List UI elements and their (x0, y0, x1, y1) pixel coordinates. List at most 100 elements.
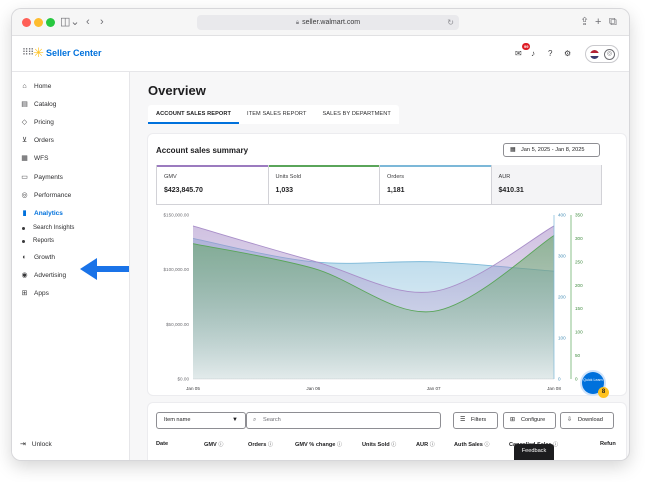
notification-badge: 99 (522, 43, 531, 50)
avatar: ◎ (604, 49, 615, 60)
filter-icon: ☰ (460, 417, 466, 423)
configure-button[interactable]: ⊞ Configure (503, 412, 556, 429)
tab-overview-icon[interactable]: ⧉ (609, 15, 617, 29)
info-icon[interactable]: ⓘ (337, 442, 342, 448)
column-header-label: Refun (600, 441, 616, 447)
x-tick-label: Jan 07 (427, 386, 441, 391)
sidebar-item-orders[interactable]: ⊻ Orders (20, 134, 54, 146)
new-tab-icon[interactable]: + (595, 15, 601, 29)
zoom-window-button[interactable] (46, 18, 55, 27)
quick-learn-badge: 8 (598, 387, 609, 398)
sidebar-item-pricing[interactable]: ◇ Pricing (20, 116, 54, 128)
metric-label: GMV (164, 174, 177, 180)
sidebar-item-label: Advertising (34, 271, 67, 279)
column-header-label: Auth Sales (454, 442, 483, 448)
sidebar-toggle-icon[interactable]: ◫⌄ (60, 15, 80, 29)
date-range-picker[interactable]: ▦ Jan 5, 2025 - Jan 8, 2025 (503, 143, 600, 157)
browser-toolbar: ◫⌄ ‹ › 🔒︎ seller.walmart.com ↻ ⇪ + ⧉ (12, 9, 629, 36)
metric-aur[interactable]: AUR $410.31 (490, 165, 602, 205)
metric-label: Orders (387, 174, 405, 180)
sidebar-item-label: Apps (34, 289, 49, 297)
metric-value: $410.31 (498, 187, 524, 194)
sidebar-item-label: Pricing (34, 118, 54, 126)
sidebar-item-apps[interactable]: ⊞ Apps (20, 287, 49, 299)
sidebar-subitem-search-insights[interactable]: Search Insights (22, 223, 74, 233)
minimize-window-button[interactable] (34, 18, 43, 27)
walmart-spark-icon: ✳ (33, 45, 44, 60)
tab-account-sales-report[interactable]: ACCOUNT SALES REPORT (148, 105, 240, 124)
apps-icon: ⊞ (21, 290, 28, 297)
column-header-date[interactable]: Date (156, 441, 168, 447)
close-window-button[interactable] (22, 18, 31, 27)
tab-sales-by-department[interactable]: SALES BY DEPARTMENT (314, 105, 398, 124)
column-header-label: Date (156, 441, 169, 447)
share-icon[interactable]: ⇪ (580, 15, 589, 29)
x-tick-label: Jan 05 (186, 386, 200, 391)
search-input[interactable]: ⌕ Search (246, 412, 441, 429)
configure-label: Configure (521, 417, 546, 423)
feedback-button[interactable]: Feedback (514, 444, 554, 460)
y-left-tick-label: $50,000.00 (166, 322, 189, 327)
info-icon[interactable]: ⓘ (268, 442, 273, 448)
home-icon: ⌂ (22, 82, 27, 90)
tab-item-sales-report[interactable]: ITEM SALES REPORT (239, 105, 314, 124)
column-header-gmv-change[interactable]: GMV % change ⓘ (295, 441, 342, 448)
metric-color-bar (157, 165, 268, 167)
app-header: ⠿⠿ ✳ Seller Center ✉ 99 ♪ ? ⚙ ◎ (12, 36, 629, 72)
metric-units-sold[interactable]: Units Sold 1,033 (267, 165, 379, 205)
sidebar: ⌂ Home ▤ Catalog ◇ Pricing ⊻ Orders ▦ WFS ▭ Pa… (12, 72, 130, 460)
y-mid-tick-label: 200 (558, 295, 566, 300)
metric-orders[interactable]: Orders 1,181 (379, 165, 491, 205)
filters-button[interactable]: ☰ Filters (453, 412, 498, 429)
summary-title: Account sales summary (156, 146, 249, 155)
column-header-label: GMV % change (295, 442, 336, 448)
app-grid-icon[interactable]: ⠿⠿ (22, 47, 34, 58)
item-name-select[interactable]: Item name ▼ (156, 412, 246, 429)
bell-icon[interactable]: ♪ (531, 49, 535, 58)
info-icon[interactable]: ⓘ (391, 442, 396, 448)
y-right-tick-label: 250 (575, 259, 583, 264)
url-text: seller.walmart.com (302, 19, 361, 26)
y-right-tick-label: 300 (575, 236, 583, 241)
column-header-orders[interactable]: Orders ⓘ (248, 441, 273, 448)
forward-icon[interactable]: › (100, 15, 104, 29)
y-right-tick-label: 200 (575, 283, 583, 288)
y-mid-tick-label: 100 (558, 336, 566, 341)
info-icon[interactable]: ⓘ (484, 442, 489, 448)
column-header-refund[interactable]: Refun (600, 441, 616, 447)
metric-color-bar (380, 165, 491, 167)
account-sales-summary-card: Account sales summary ▦ Jan 5, 2025 - Jan… (148, 134, 626, 395)
column-header-auth-sales[interactable]: Auth Sales ⓘ (454, 441, 490, 448)
metric-gmv[interactable]: GMV $423,845.70 (156, 165, 268, 205)
brand-name[interactable]: Seller Center (46, 48, 102, 58)
column-header-units-sold[interactable]: Units Sold ⓘ (362, 441, 396, 448)
info-icon[interactable]: ⓘ (218, 442, 223, 448)
sidebar-item-catalog[interactable]: ▤ Catalog (20, 98, 56, 110)
sidebar-item-home[interactable]: ⌂ Home (20, 80, 51, 92)
reload-icon[interactable]: ↻ (447, 15, 454, 30)
page-title: Overview (148, 83, 206, 98)
column-header-aur[interactable]: AUR ⓘ (416, 441, 435, 448)
address-bar[interactable]: 🔒︎ seller.walmart.com ↻ (197, 15, 459, 30)
account-menu[interactable]: ◎ (585, 45, 619, 63)
sidebar-item-analytics[interactable]: ▮ Analytics (20, 207, 63, 219)
unlock-button[interactable]: ⇥ Unlock (20, 440, 52, 449)
settings-icon[interactable]: ⚙ (564, 49, 571, 58)
back-icon[interactable]: ‹ (86, 15, 90, 29)
column-header-label: Units Sold (362, 442, 390, 448)
mail-icon[interactable]: ✉ (515, 49, 522, 58)
column-header-gmv[interactable]: GMV ⓘ (204, 441, 223, 448)
column-header-label: Orders (248, 442, 267, 448)
info-icon[interactable]: ⓘ (430, 442, 435, 448)
sidebar-item-payments[interactable]: ▭ Payments (20, 171, 63, 183)
sidebar-item-growth[interactable]: ◐ Growth (20, 251, 55, 263)
sidebar-item-wfs[interactable]: ▦ WFS (20, 152, 48, 164)
download-icon: ⇩ (567, 417, 573, 423)
sidebar-item-performance[interactable]: ◎ Performance (20, 189, 71, 201)
advertising-icon: ◉ (21, 272, 28, 279)
download-button[interactable]: ⇩ Download (560, 412, 614, 429)
help-icon[interactable]: ? (548, 49, 552, 58)
sidebar-subitem-reports[interactable]: Reports (22, 236, 54, 246)
column-header-label: GMV (204, 442, 217, 448)
sidebar-item-advertising[interactable]: ◉ Advertising (20, 269, 66, 281)
